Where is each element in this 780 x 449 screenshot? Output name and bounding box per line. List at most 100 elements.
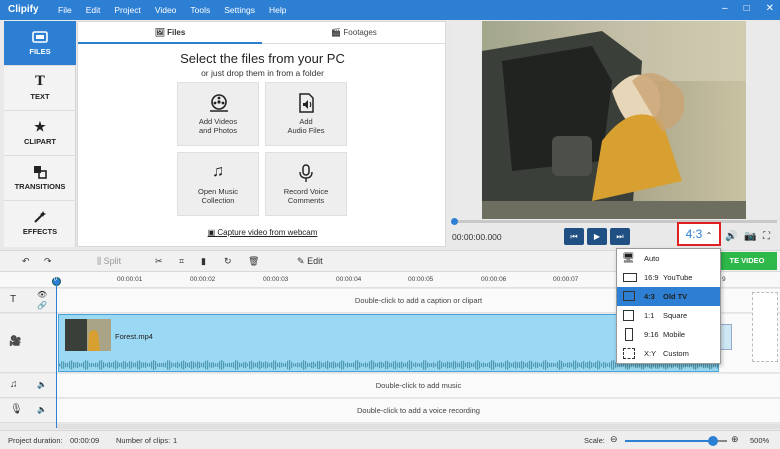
clips-label: Number of clips: bbox=[116, 436, 171, 445]
playback-progress-knob[interactable] bbox=[451, 218, 458, 225]
clip-end-handle[interactable] bbox=[720, 324, 732, 350]
custom-rect-icon bbox=[623, 348, 635, 359]
split-button[interactable]: ⫼ Split bbox=[97, 256, 121, 267]
tab-footages-label: Footages bbox=[343, 28, 377, 37]
nav-effects[interactable]: EFFECTS bbox=[4, 201, 76, 246]
ruler-tick: 00:00:02 bbox=[190, 276, 216, 283]
tab-files[interactable]: 🖼 Files bbox=[78, 22, 262, 44]
aspect-option-label: YouTube bbox=[663, 273, 693, 282]
zoom-in-icon[interactable]: ⊕ bbox=[731, 434, 739, 445]
microphone-icon bbox=[296, 163, 316, 182]
webcam-icon: ▣ bbox=[207, 228, 218, 237]
camera-icon[interactable]: 📷 bbox=[744, 231, 756, 242]
minimize-button[interactable]: – bbox=[722, 3, 728, 14]
square-icon bbox=[623, 310, 634, 321]
split-label: Split bbox=[103, 256, 122, 266]
menu-tools[interactable]: Tools bbox=[190, 5, 210, 15]
create-video-button[interactable]: TE VIDEO bbox=[717, 252, 777, 270]
scissors-icon[interactable]: ✂ bbox=[155, 256, 163, 267]
scale-slider-knob[interactable] bbox=[707, 436, 718, 446]
voice-track[interactable]: Double-click to add a voice recording bbox=[57, 399, 780, 423]
rotate-icon[interactable]: ↻ bbox=[224, 256, 232, 267]
text-icon: T bbox=[35, 74, 45, 89]
menu-project[interactable]: Project bbox=[114, 5, 140, 15]
nav-transitions[interactable]: TRANSITIONS bbox=[4, 156, 76, 201]
tab-footages[interactable]: 🎬 Footages bbox=[262, 22, 446, 44]
fullscreen-icon[interactable]: ⛶ bbox=[763, 231, 770, 242]
voice-track-header: 🎙 🔈 bbox=[0, 399, 56, 423]
aspect-option-custom[interactable]: X:Y Custom bbox=[617, 344, 720, 363]
scale-label: Scale: bbox=[584, 436, 605, 445]
close-button[interactable]: ✕ bbox=[766, 3, 774, 14]
music-track[interactable]: Double-click to add music bbox=[57, 374, 780, 398]
add-videos-label-1: Add Videos bbox=[198, 117, 238, 126]
play-button[interactable]: ▶ bbox=[587, 228, 607, 245]
speaker-icon[interactable]: 🔈 bbox=[37, 380, 47, 389]
clips-value: 1 bbox=[173, 436, 178, 445]
film-reel-icon bbox=[208, 93, 228, 112]
volume-icon[interactable]: 🔊 bbox=[725, 231, 737, 242]
aspect-option-mobile[interactable]: 9:16 Mobile bbox=[617, 325, 720, 344]
scale-slider[interactable] bbox=[625, 436, 727, 446]
menu-help[interactable]: Help bbox=[269, 5, 286, 15]
nav-text[interactable]: T TEXT bbox=[4, 66, 76, 111]
status-bar: Project duration: 00:00:09 Number of cli… bbox=[0, 430, 780, 449]
add-audio-label-1: Add bbox=[299, 117, 313, 126]
nav-files-label: FILES bbox=[29, 47, 51, 56]
video-preview[interactable] bbox=[482, 21, 746, 219]
pencil-icon: ✎ bbox=[297, 256, 305, 266]
aspect-option-youtube[interactable]: 16:9 YouTube bbox=[617, 268, 720, 287]
timeline-scrollbar[interactable] bbox=[57, 424, 780, 429]
scale-slider-fill bbox=[625, 440, 713, 442]
add-audio-files-button[interactable]: Add Audio Files bbox=[265, 82, 347, 146]
title-bar: Clipify File Edit Project Video Tools Se… bbox=[0, 0, 780, 20]
crop-icon[interactable]: ⌗ bbox=[179, 256, 184, 267]
tab-files-label: Files bbox=[167, 28, 186, 37]
menu-settings[interactable]: Settings bbox=[224, 5, 255, 15]
open-music-label-2: Collection bbox=[201, 196, 235, 205]
speaker-icon[interactable]: 🔈 bbox=[37, 405, 47, 414]
playback-progress-bar[interactable] bbox=[452, 220, 777, 223]
previous-button[interactable]: ⏮ bbox=[564, 228, 584, 245]
clapper-icon: 🎬 bbox=[331, 28, 342, 37]
menu-video[interactable]: Video bbox=[155, 5, 177, 15]
mic-track-icon: 🎙 bbox=[10, 404, 23, 415]
aspect-ratio-button[interactable]: 4:3 ⌃ bbox=[677, 222, 721, 246]
aspect-option-old-tv[interactable]: 4:3 Old TV bbox=[617, 287, 720, 306]
aspect-option-square[interactable]: 1:1 Square bbox=[617, 306, 720, 325]
aspect-option-label: Square bbox=[663, 311, 688, 320]
nav-files[interactable]: FILES bbox=[4, 21, 76, 66]
undo-icon[interactable]: ↶ bbox=[22, 256, 30, 267]
maximize-button[interactable]: □ bbox=[744, 3, 750, 14]
nav-effects-label: EFFECTS bbox=[22, 227, 58, 236]
trash-icon[interactable]: 🗑 bbox=[248, 256, 259, 267]
next-button[interactable]: ⏭ bbox=[610, 228, 630, 245]
files-title: Select the files from your PC bbox=[180, 51, 345, 66]
add-clip-slot[interactable] bbox=[752, 292, 778, 362]
skip-forward-icon: ⏭ bbox=[616, 232, 624, 241]
nav-clipart[interactable]: ★ CLIPART bbox=[4, 111, 76, 156]
app-logo: Clipify bbox=[8, 4, 39, 15]
menu-file[interactable]: File bbox=[58, 5, 72, 15]
aspect-option-ratio: 9:16 bbox=[644, 330, 659, 339]
aspect-option-auto[interactable]: 🖥 Auto bbox=[617, 249, 720, 268]
video-camera-icon: 🎥 bbox=[9, 336, 22, 347]
eye-icon[interactable]: 👁 bbox=[37, 290, 47, 299]
link-icon[interactable]: 🔗 bbox=[37, 301, 47, 310]
record-voice-comments-button[interactable]: Record Voice Comments bbox=[265, 152, 347, 216]
add-videos-photos-button[interactable]: Add Videos and Photos bbox=[177, 82, 259, 146]
open-music-collection-button[interactable]: ♫ Open Music Collection bbox=[177, 152, 259, 216]
zoom-out-icon[interactable]: ⊖ bbox=[610, 434, 618, 445]
ruler-tick: 00:00:04 bbox=[336, 276, 362, 283]
music-note-icon: ♫ bbox=[10, 379, 18, 390]
text-track-icon: T bbox=[10, 294, 17, 305]
wide-rect-icon bbox=[623, 273, 637, 282]
aspect-crop-icon[interactable]: ▮ bbox=[201, 256, 206, 267]
side-nav: FILES T TEXT ★ CLIPART TRANSITIONS EFFEC… bbox=[4, 21, 76, 247]
menu-edit[interactable]: Edit bbox=[86, 5, 101, 15]
capture-webcam-link[interactable]: ▣ Capture video from webcam bbox=[78, 228, 447, 237]
film-icon bbox=[32, 30, 48, 44]
edit-button[interactable]: ✎ Edit bbox=[297, 256, 323, 267]
redo-icon[interactable]: ↷ bbox=[44, 256, 52, 267]
star-icon: ★ bbox=[34, 119, 46, 134]
